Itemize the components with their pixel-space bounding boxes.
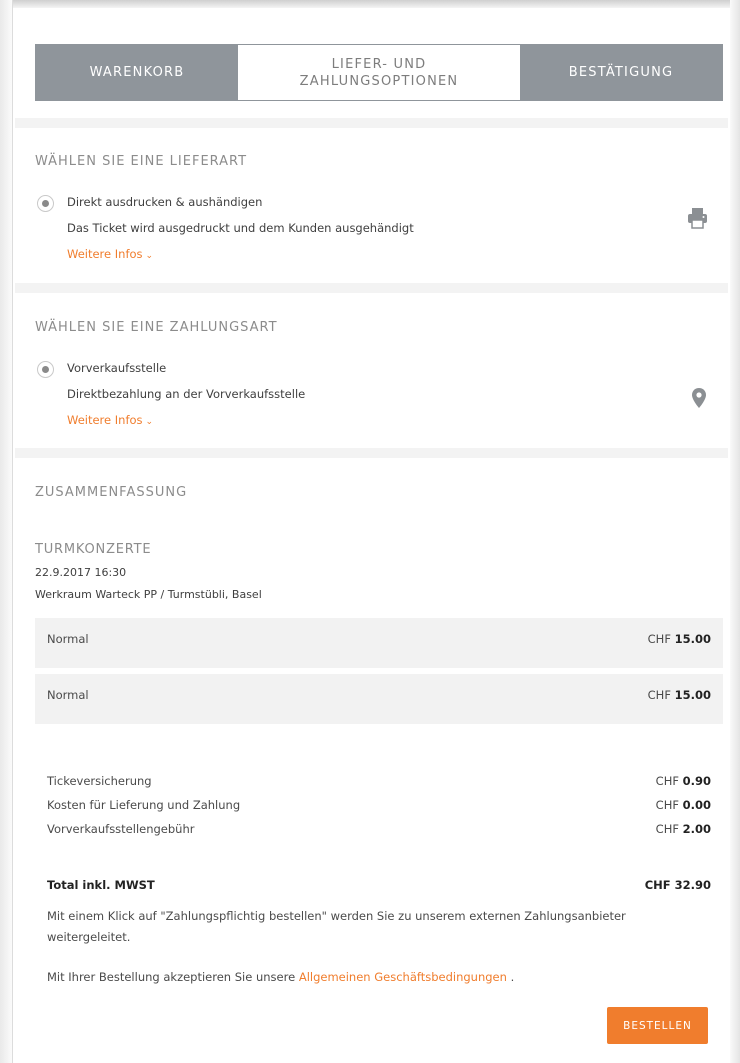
terms-note: Mit Ihrer Bestellung akzeptieren Sie uns… bbox=[47, 970, 515, 984]
delivery-more-info-label: Weitere Infos bbox=[67, 247, 143, 261]
step-cart[interactable]: WARENKORB bbox=[36, 45, 238, 100]
delivery-section-title: WÄHLEN SIE EINE LIEFERART bbox=[35, 154, 248, 169]
window-frame-top bbox=[0, 0, 740, 8]
total-value: CHF 32.90 bbox=[644, 878, 711, 892]
fee-row-ticket-insurance: Tickeversicherung CHF 0.90 bbox=[47, 774, 711, 788]
window-frame-right bbox=[730, 0, 740, 1063]
delivery-more-info-link[interactable]: Weitere Infos ⌄ bbox=[67, 247, 153, 261]
step-confirmation[interactable]: BESTÄTIGUNG bbox=[520, 45, 722, 100]
delivery-option-description: Das Ticket wird ausgedruckt und dem Kund… bbox=[67, 221, 414, 235]
ticket-row: Normal CHF 15.00 bbox=[35, 618, 723, 668]
chevron-down-icon: ⌄ bbox=[145, 251, 154, 261]
delivery-option-title: Direkt ausdrucken & aushändigen bbox=[67, 195, 263, 209]
payment-option-description: Direktbezahlung an der Vorverkaufsstelle bbox=[67, 387, 306, 401]
chevron-down-icon: ⌄ bbox=[145, 417, 154, 427]
delivery-option-radio[interactable] bbox=[37, 195, 54, 212]
payment-more-info-link[interactable]: Weitere Infos ⌄ bbox=[67, 413, 153, 427]
stepper-card: WARENKORB LIEFER- UND ZAHLUNGSOPTIONEN B… bbox=[15, 10, 728, 118]
event-datetime: 22.9.2017 16:30 bbox=[35, 566, 127, 579]
delivery-card: WÄHLEN SIE EINE LIEFERART Direkt ausdruc… bbox=[15, 128, 728, 283]
ticket-label: Normal bbox=[47, 688, 89, 702]
order-button[interactable]: BESTELLEN bbox=[607, 1007, 708, 1044]
printer-icon bbox=[687, 207, 708, 233]
payment-card: WÄHLEN SIE EINE ZAHLUNGSART Vorverkaufss… bbox=[15, 293, 728, 448]
step-delivery-payment-label: LIEFER- UND ZAHLUNGSOPTIONEN bbox=[299, 56, 459, 89]
checkout-panel: WARENKORB LIEFER- UND ZAHLUNGSOPTIONEN B… bbox=[15, 10, 728, 1063]
redirect-note: Mit einem Klick auf "Zahlungspflichtig b… bbox=[47, 909, 626, 944]
payment-section-title: WÄHLEN SIE EINE ZAHLUNGSART bbox=[35, 320, 278, 335]
step-delivery-payment[interactable]: LIEFER- UND ZAHLUNGSOPTIONEN bbox=[238, 45, 520, 100]
fee-row-delivery-payment: Kosten für Lieferung und Zahlung CHF 0.0… bbox=[47, 798, 711, 812]
ticket-label: Normal bbox=[47, 632, 89, 646]
total-label: Total inkl. MWST bbox=[47, 878, 155, 892]
event-venue: Werkraum Warteck PP / Turmstübli, Basel bbox=[35, 588, 262, 601]
window-frame-left bbox=[0, 0, 13, 1063]
event-name: TURMKONZERTE bbox=[35, 542, 152, 557]
checkout-stepper: WARENKORB LIEFER- UND ZAHLUNGSOPTIONEN B… bbox=[35, 44, 723, 101]
ticket-price: CHF 15.00 bbox=[647, 632, 711, 646]
ticket-row: Normal CHF 15.00 bbox=[35, 674, 723, 724]
ticket-price: CHF 15.00 bbox=[647, 688, 711, 702]
map-pin-icon bbox=[692, 388, 706, 412]
summary-title: ZUSAMMENFASSUNG bbox=[35, 485, 188, 500]
fee-row-presale-fee: Vorverkaufsstellengebühr CHF 2.00 bbox=[47, 822, 711, 836]
payment-more-info-label: Weitere Infos bbox=[67, 413, 143, 427]
payment-option-radio[interactable] bbox=[37, 361, 54, 378]
summary-card: ZUSAMMENFASSUNG TURMKONZERTE 22.9.2017 1… bbox=[15, 458, 728, 1063]
terms-link[interactable]: Allgemeinen Geschäftsbedingungen bbox=[299, 970, 507, 984]
payment-option-title: Vorverkaufsstelle bbox=[67, 361, 167, 375]
